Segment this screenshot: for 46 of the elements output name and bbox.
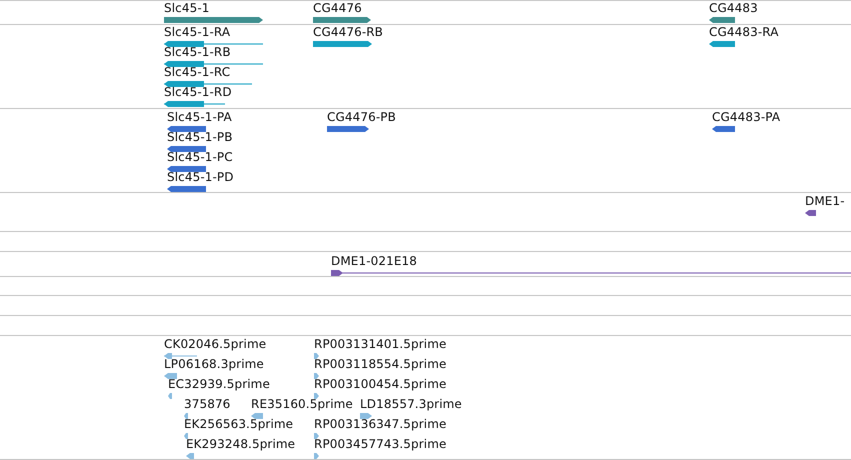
feature-label: Slc45-1-PB xyxy=(167,131,233,144)
feature-label: Slc45-1-RA xyxy=(164,26,230,39)
feature-label: Slc45-1-RC xyxy=(164,66,230,79)
feature-label: CG4483-RA xyxy=(709,26,779,39)
feature-label: LP06168.3prime xyxy=(164,358,264,371)
feature-glyph[interactable] xyxy=(313,41,372,47)
feature-label: CG4483 xyxy=(709,2,758,15)
feature-label: Slc45-1-PA xyxy=(167,111,232,124)
feature-glyph[interactable] xyxy=(709,41,735,47)
feature-label: Slc45-1-PD xyxy=(167,171,234,184)
feature-label: DME1- xyxy=(805,195,845,208)
feature-label: RP003100454.5prime xyxy=(314,378,446,391)
feature-glyph[interactable] xyxy=(167,126,206,132)
feature-label: CK02046.5prime xyxy=(164,338,266,351)
feature-label: DME1-021E18 xyxy=(331,255,417,268)
feature-label: Slc45-1-PC xyxy=(167,151,233,164)
feature-label: CG4476-PB xyxy=(327,111,396,124)
feature-label: CG4476-RB xyxy=(313,26,384,39)
feature-glyph[interactable] xyxy=(167,166,206,172)
feature-glyph[interactable] xyxy=(164,61,263,67)
feature-glyph[interactable] xyxy=(167,146,206,152)
feature-label: RP003118554.5prime xyxy=(314,358,446,371)
feature-glyph[interactable] xyxy=(313,17,371,23)
feature-glyph[interactable] xyxy=(167,186,206,192)
feature-label: RP003136347.5prime xyxy=(314,418,446,431)
feature-glyph[interactable] xyxy=(164,81,252,87)
feature-label: 375876 xyxy=(184,398,230,411)
feature-label: Slc45-1 xyxy=(164,2,210,15)
feature-glyph[interactable] xyxy=(709,17,735,23)
feature-label: RP003131401.5prime xyxy=(314,338,446,351)
feature-glyph[interactable] xyxy=(331,270,851,276)
feature-glyph[interactable] xyxy=(164,41,263,47)
feature-label: EK256563.5prime xyxy=(184,418,294,431)
feature-label: Slc45-1-RB xyxy=(164,46,231,59)
feature-label: EK293248.5prime xyxy=(186,438,296,451)
feature-glyph[interactable] xyxy=(327,126,369,132)
feature-label: RE35160.5prime xyxy=(251,398,353,411)
feature-label: LD18557.3prime xyxy=(360,398,462,411)
feature-label: CG4476 xyxy=(313,2,362,15)
feature-label: CG4483-PA xyxy=(712,111,780,124)
feature-label: EC32939.5prime xyxy=(168,378,270,391)
feature-label: RP003457743.5prime xyxy=(314,438,446,451)
feature-glyph[interactable] xyxy=(164,101,225,107)
feature-glyph[interactable] xyxy=(712,126,735,132)
feature-glyph[interactable] xyxy=(805,210,816,216)
feature-label: Slc45-1-RD xyxy=(164,86,232,99)
